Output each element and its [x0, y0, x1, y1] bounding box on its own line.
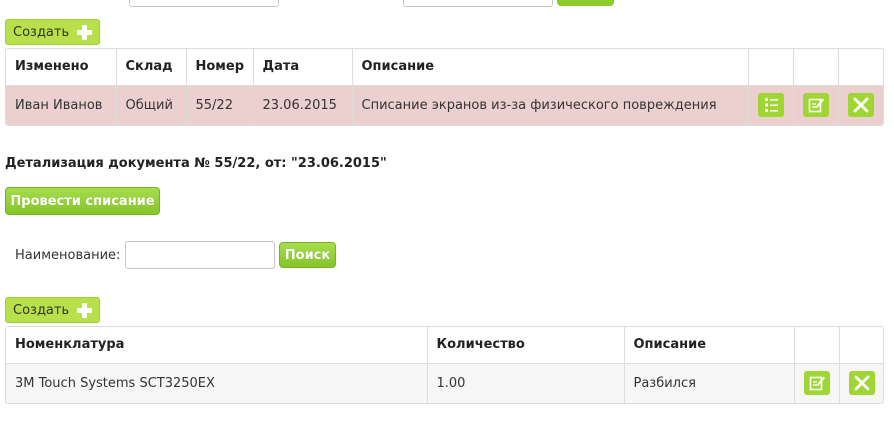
- cell-changed-by: Иван Иванов: [6, 85, 117, 125]
- column-header-action-delete: [838, 49, 883, 86]
- cell-description: Списание экранов из-за физического повре…: [352, 85, 749, 125]
- column-header-description[interactable]: Описание: [352, 49, 749, 86]
- writeoff-button[interactable]: Провести списание: [5, 187, 160, 215]
- plus-icon: [77, 302, 93, 318]
- search-input[interactable]: [125, 241, 275, 269]
- edit-button[interactable]: [803, 371, 830, 396]
- table-row[interactable]: 3M Touch Systems SCT3250EX 1.00 Разбился: [6, 363, 883, 403]
- top-filter-select[interactable]: [129, 0, 279, 7]
- cell-description: Разбился: [624, 363, 795, 403]
- column-header-action-delete: [839, 327, 883, 364]
- search-button[interactable]: Поиск: [279, 242, 336, 268]
- cell-nomenclature: 3M Touch Systems SCT3250EX: [6, 363, 428, 403]
- cell-quantity: 1.00: [427, 363, 625, 403]
- create-document-button[interactable]: Создать: [5, 19, 101, 45]
- create-document-label: Создать: [13, 24, 70, 40]
- delete-icon: [853, 97, 869, 113]
- delete-button[interactable]: [847, 93, 874, 118]
- table-row[interactable]: Иван Иванов Общий 55/22 23.06.2015 Списа…: [6, 85, 883, 125]
- details-button[interactable]: [757, 93, 784, 118]
- cell-action-delete: [838, 85, 883, 125]
- list-icon: [764, 98, 778, 113]
- column-header-quantity[interactable]: Количество: [427, 327, 625, 364]
- column-header-action-edit: [794, 327, 840, 364]
- create-item-label: Создать: [13, 302, 70, 318]
- documents-table: Изменено Склад Номер Дата Описание Иван …: [5, 48, 884, 126]
- cell-warehouse: Общий: [116, 85, 187, 125]
- items-table: Номенклатура Количество Описание 3M Touc…: [5, 326, 884, 404]
- top-filter-button[interactable]: [557, 0, 614, 6]
- column-header-action-details: [748, 49, 794, 86]
- cell-number: 55/22: [186, 85, 254, 125]
- cell-date: 23.06.2015: [253, 85, 353, 125]
- detail-title: Детализация документа № 55/22, от: "23.0…: [5, 156, 387, 171]
- delete-button[interactable]: [848, 371, 875, 396]
- plus-icon: [77, 24, 93, 40]
- cell-action-edit: [794, 363, 840, 403]
- column-header-description[interactable]: Описание: [624, 327, 795, 364]
- top-filter-input[interactable]: [403, 0, 553, 7]
- column-header-nomenclature[interactable]: Номенклатура: [6, 327, 428, 364]
- create-item-button[interactable]: Создать: [5, 297, 101, 323]
- column-header-warehouse[interactable]: Склад: [116, 49, 187, 86]
- table-header-row: Изменено Склад Номер Дата Описание: [6, 49, 883, 86]
- cell-action-delete: [839, 363, 883, 403]
- search-label: Наименование:: [15, 248, 121, 263]
- cell-action-details: [748, 85, 794, 125]
- delete-icon: [854, 375, 870, 391]
- column-header-number[interactable]: Номер: [186, 49, 254, 86]
- edit-button[interactable]: [802, 93, 829, 118]
- cell-action-edit: [793, 85, 839, 125]
- column-header-date[interactable]: Дата: [253, 49, 353, 86]
- column-header-action-edit: [793, 49, 839, 86]
- table-header-row: Номенклатура Количество Описание: [6, 327, 883, 364]
- column-header-changed[interactable]: Изменено: [6, 49, 117, 86]
- edit-icon: [809, 376, 825, 391]
- edit-icon: [808, 98, 824, 113]
